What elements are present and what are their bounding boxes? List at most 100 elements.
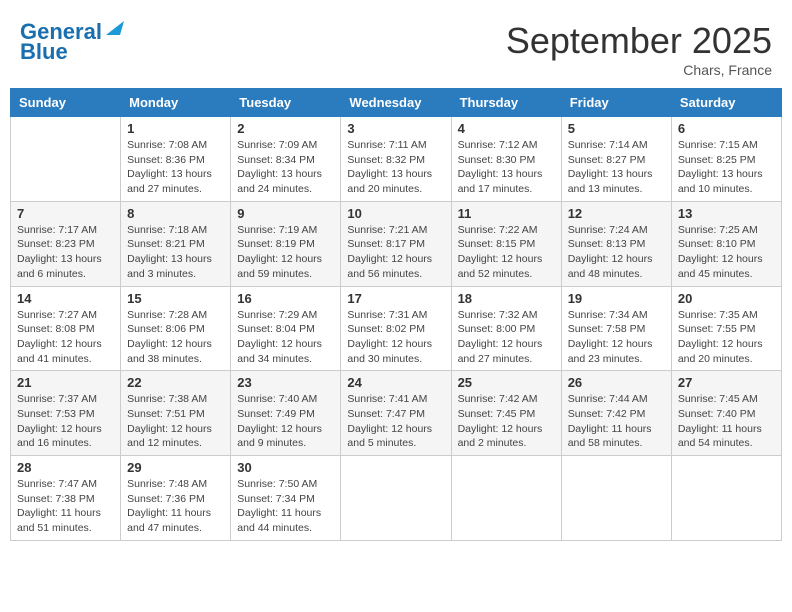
day-number: 21: [17, 375, 114, 390]
calendar-cell: 11Sunrise: 7:22 AMSunset: 8:15 PMDayligh…: [451, 201, 561, 286]
day-number: 4: [458, 121, 555, 136]
day-info: Sunrise: 7:40 AMSunset: 7:49 PMDaylight:…: [237, 392, 334, 451]
day-info: Sunrise: 7:42 AMSunset: 7:45 PMDaylight:…: [458, 392, 555, 451]
day-info: Sunrise: 7:17 AMSunset: 8:23 PMDaylight:…: [17, 223, 114, 282]
calendar-week-row: 1Sunrise: 7:08 AMSunset: 8:36 PMDaylight…: [11, 117, 782, 202]
calendar-cell: 9 Sunrise: 7:19 AMSunset: 8:19 PMDaylight…: [231, 201, 341, 286]
calendar-cell: [341, 456, 451, 541]
day-info: Sunrise: 7:38 AMSunset: 7:51 PMDaylight:…: [127, 392, 224, 451]
day-info: Sunrise: 7:24 AMSunset: 8:13 PMDaylight:…: [568, 223, 665, 282]
calendar-cell: [11, 117, 121, 202]
page-header: General Blue September 2025 Chars, Franc…: [10, 10, 782, 83]
day-number: 17: [347, 291, 444, 306]
day-number: 1: [127, 121, 224, 136]
calendar-cell: 18 Sunrise: 7:32 AMSunset: 8:00 PMDayligh…: [451, 286, 561, 371]
calendar-cell: 7Sunrise: 7:17 AMSunset: 8:23 PMDaylight…: [11, 201, 121, 286]
day-info: Sunrise: 7:09 AMSunset: 8:34 PMDaylight:…: [237, 138, 334, 197]
calendar-header-row: SundayMondayTuesdayWednesdayThursdayFrid…: [11, 89, 782, 117]
day-info: Sunrise: 7:14 AMSunset: 8:27 PMDaylight:…: [568, 138, 665, 197]
logo-bird-icon: [106, 17, 124, 35]
day-number: 28: [17, 460, 114, 475]
calendar-cell: 24 Sunrise: 7:41 AMSunset: 7:47 PMDayligh…: [341, 371, 451, 456]
day-number: 14: [17, 291, 114, 306]
calendar-table: SundayMondayTuesdayWednesdayThursdayFrid…: [10, 88, 782, 541]
calendar-cell: 1Sunrise: 7:08 AMSunset: 8:36 PMDaylight…: [121, 117, 231, 202]
day-info: Sunrise: 7:15 AMSunset: 8:25 PMDaylight:…: [678, 138, 775, 197]
weekday-header: Wednesday: [341, 89, 451, 117]
day-info: Sunrise: 7:27 AMSunset: 8:08 PMDaylight:…: [17, 308, 114, 367]
day-number: 9: [237, 206, 334, 221]
calendar-cell: 23 Sunrise: 7:40 AMSunset: 7:49 PMDayligh…: [231, 371, 341, 456]
calendar-cell: 27 Sunrise: 7:45 AMSunset: 7:40 PMDayligh…: [671, 371, 781, 456]
day-number: 29: [127, 460, 224, 475]
day-number: 27: [678, 375, 775, 390]
calendar-week-row: 14 Sunrise: 7:27 AMSunset: 8:08 PMDayligh…: [11, 286, 782, 371]
day-number: 24: [347, 375, 444, 390]
weekday-header: Friday: [561, 89, 671, 117]
day-number: 13: [678, 206, 775, 221]
day-info: Sunrise: 7:28 AMSunset: 8:06 PMDaylight:…: [127, 308, 224, 367]
calendar-cell: 5 Sunrise: 7:14 AMSunset: 8:27 PMDaylight…: [561, 117, 671, 202]
calendar-cell: [451, 456, 561, 541]
day-number: 3: [347, 121, 444, 136]
month-title: September 2025: [506, 20, 772, 62]
day-number: 20: [678, 291, 775, 306]
weekday-header: Sunday: [11, 89, 121, 117]
day-info: Sunrise: 7:12 AMSunset: 8:30 PMDaylight:…: [458, 138, 555, 197]
day-info: Sunrise: 7:34 AMSunset: 7:58 PMDaylight:…: [568, 308, 665, 367]
calendar-cell: 25 Sunrise: 7:42 AMSunset: 7:45 PMDayligh…: [451, 371, 561, 456]
day-info: Sunrise: 7:41 AMSunset: 7:47 PMDaylight:…: [347, 392, 444, 451]
calendar-cell: 22 Sunrise: 7:38 AMSunset: 7:51 PMDayligh…: [121, 371, 231, 456]
day-number: 30: [237, 460, 334, 475]
day-info: Sunrise: 7:32 AMSunset: 8:00 PMDaylight:…: [458, 308, 555, 367]
calendar-cell: 12 Sunrise: 7:24 AMSunset: 8:13 PMDayligh…: [561, 201, 671, 286]
calendar-cell: [561, 456, 671, 541]
weekday-header: Monday: [121, 89, 231, 117]
day-info: Sunrise: 7:48 AMSunset: 7:36 PMDaylight:…: [127, 477, 224, 536]
day-number: 22: [127, 375, 224, 390]
weekday-header: Tuesday: [231, 89, 341, 117]
calendar-cell: 20Sunrise: 7:35 AMSunset: 7:55 PMDayligh…: [671, 286, 781, 371]
day-info: Sunrise: 7:44 AMSunset: 7:42 PMDaylight:…: [568, 392, 665, 451]
calendar-cell: 17Sunrise: 7:31 AMSunset: 8:02 PMDayligh…: [341, 286, 451, 371]
day-number: 10: [347, 206, 444, 221]
day-info: Sunrise: 7:22 AMSunset: 8:15 PMDaylight:…: [458, 223, 555, 282]
calendar-week-row: 21 Sunrise: 7:37 AMSunset: 7:53 PMDayligh…: [11, 371, 782, 456]
calendar-cell: 13 Sunrise: 7:25 AMSunset: 8:10 PMDayligh…: [671, 201, 781, 286]
day-info: Sunrise: 7:47 AMSunset: 7:38 PMDaylight:…: [17, 477, 114, 536]
calendar-week-row: 28 Sunrise: 7:47 AMSunset: 7:38 PMDayligh…: [11, 456, 782, 541]
day-info: Sunrise: 7:45 AMSunset: 7:40 PMDaylight:…: [678, 392, 775, 451]
logo: General Blue: [20, 20, 124, 64]
day-number: 15: [127, 291, 224, 306]
location-text: Chars, France: [506, 62, 772, 78]
calendar-cell: [671, 456, 781, 541]
weekday-header: Thursday: [451, 89, 561, 117]
day-info: Sunrise: 7:25 AMSunset: 8:10 PMDaylight:…: [678, 223, 775, 282]
day-number: 19: [568, 291, 665, 306]
calendar-cell: 29 Sunrise: 7:48 AMSunset: 7:36 PMDayligh…: [121, 456, 231, 541]
day-number: 16: [237, 291, 334, 306]
calendar-cell: 10Sunrise: 7:21 AMSunset: 8:17 PMDayligh…: [341, 201, 451, 286]
day-info: Sunrise: 7:50 AMSunset: 7:34 PMDaylight:…: [237, 477, 334, 536]
day-number: 5: [568, 121, 665, 136]
day-info: Sunrise: 7:11 AMSunset: 8:32 PMDaylight:…: [347, 138, 444, 197]
day-number: 12: [568, 206, 665, 221]
calendar-cell: 26 Sunrise: 7:44 AMSunset: 7:42 PMDayligh…: [561, 371, 671, 456]
day-number: 6: [678, 121, 775, 136]
calendar-cell: 19 Sunrise: 7:34 AMSunset: 7:58 PMDayligh…: [561, 286, 671, 371]
day-number: 2: [237, 121, 334, 136]
calendar-cell: 6 Sunrise: 7:15 AMSunset: 8:25 PMDaylight…: [671, 117, 781, 202]
day-number: 8: [127, 206, 224, 221]
day-number: 25: [458, 375, 555, 390]
weekday-header: Saturday: [671, 89, 781, 117]
day-number: 23: [237, 375, 334, 390]
day-info: Sunrise: 7:19 AMSunset: 8:19 PMDaylight:…: [237, 223, 334, 282]
calendar-cell: 14 Sunrise: 7:27 AMSunset: 8:08 PMDayligh…: [11, 286, 121, 371]
calendar-cell: 3 Sunrise: 7:11 AMSunset: 8:32 PMDaylight…: [341, 117, 451, 202]
day-number: 26: [568, 375, 665, 390]
calendar-cell: 8Sunrise: 7:18 AMSunset: 8:21 PMDaylight…: [121, 201, 231, 286]
calendar-week-row: 7Sunrise: 7:17 AMSunset: 8:23 PMDaylight…: [11, 201, 782, 286]
day-number: 18: [458, 291, 555, 306]
day-info: Sunrise: 7:37 AMSunset: 7:53 PMDaylight:…: [17, 392, 114, 451]
calendar-cell: 21 Sunrise: 7:37 AMSunset: 7:53 PMDayligh…: [11, 371, 121, 456]
